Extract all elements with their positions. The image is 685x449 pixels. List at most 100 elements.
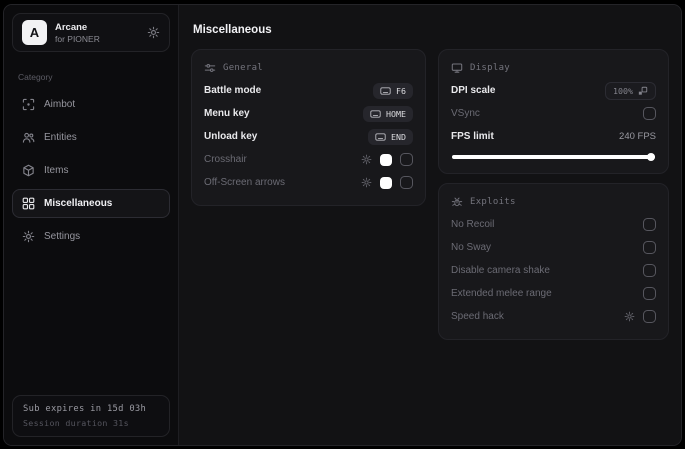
unload-key-label: Unload key [204,131,258,142]
disable-camera-shake-checkbox[interactable] [643,263,656,277]
vsync-label: VSync [451,108,480,119]
monitor-icon [451,62,463,74]
sidebar-item-label: Miscellaneous [44,198,113,209]
sidebar-item-items[interactable]: Items [12,156,170,185]
items-cube-icon [22,164,35,177]
exploits-card-title: Exploits [470,196,516,207]
sidebar-item-settings[interactable]: Settings [12,222,170,251]
miscellaneous-grid-icon [22,197,35,210]
gear-icon[interactable] [624,311,635,322]
offscreen-arrows-label: Off-Screen arrows [204,177,285,188]
dpi-scale-value: 100% [613,85,633,96]
dpi-scale-row: DPI scale 100% [451,79,656,102]
vsync-row: VSync [451,102,656,125]
sidebar-item-miscellaneous[interactable]: Miscellaneous [12,189,170,218]
resize-icon [638,86,648,96]
exploits-card-header: Exploits [451,196,656,208]
left-column: General Battle mode F6 Menu key HOME Unl… [191,49,426,206]
session-duration-text: Session duration 31s [23,418,129,428]
general-card-title: General [223,63,264,73]
battle-mode-label: Battle mode [204,85,262,96]
unload-key-row: Unload key END [204,125,413,148]
brand-text: Arcane for PIONER [55,22,100,44]
sidebar-item-label: Aimbot [44,99,76,110]
app-window: A Arcane for PIONER Category Aimbot Enti… [3,4,682,446]
offscreen-arrows-color-swatch[interactable] [380,176,392,189]
general-card: General Battle mode F6 Menu key HOME Unl… [191,49,426,206]
menu-key-keybind[interactable]: HOME [363,105,413,122]
gear-icon[interactable] [361,177,372,188]
category-label: Category [18,72,53,82]
disable-camera-shake-label: Disable camera shake [451,264,550,276]
fps-limit-label: FPS limit [451,131,494,142]
battle-mode-keybind[interactable]: F6 [373,82,413,99]
crosshair-checkbox[interactable] [400,153,413,166]
display-card-title: Display [470,63,511,73]
aimbot-crosshair-icon [22,98,35,111]
display-card: Display DPI scale 100% VSync FPS limit 2… [438,49,669,174]
sidebar-item-label: Items [44,165,69,176]
page-title: Miscellaneous [193,24,272,36]
dpi-scale-value-badge[interactable]: 100% [605,81,656,100]
general-card-header: General [204,62,413,74]
offscreen-arrows-controls [361,176,413,189]
gear-icon[interactable] [147,26,160,39]
crosshair-color-swatch[interactable] [380,153,392,166]
offscreen-arrows-checkbox[interactable] [400,176,413,189]
unload-key-key: END [391,131,406,142]
no-sway-row: No Sway [451,236,656,259]
menu-key-label: Menu key [204,108,250,119]
no-sway-checkbox[interactable] [643,240,656,254]
no-recoil-row: No Recoil [451,213,656,236]
fps-limit-value: 240 FPS [619,131,656,142]
sidebar-nav: Aimbot Entities Items Miscellaneous Sett… [4,88,178,253]
fps-limit-slider[interactable] [452,153,655,161]
fps-limit-slider-knob[interactable] [647,153,655,161]
bug-icon [451,196,463,208]
no-sway-label: No Sway [451,241,492,253]
crosshair-label: Crosshair [204,154,247,165]
sidebar: A Arcane for PIONER Category Aimbot Enti… [4,5,179,445]
app-name: Arcane [55,21,88,33]
content-columns: General Battle mode F6 Menu key HOME Unl… [191,49,669,340]
gear-icon [22,230,35,243]
crosshair-row: Crosshair [204,148,413,171]
sliders-icon [204,62,216,74]
speed-hack-checkbox[interactable] [643,309,656,323]
main-content: Miscellaneous General Battle mode F6 Men… [179,5,681,445]
app-subtitle: for PIONER [55,33,100,44]
battle-mode-key: F6 [396,85,406,96]
sidebar-item-aimbot[interactable]: Aimbot [12,90,170,119]
menu-key-key: HOME [386,108,406,119]
subscription-info-box: Sub expires in 15d 03h Session duration … [12,395,170,437]
exploits-card: Exploits No Recoil No Sway Disable camer… [438,182,669,340]
unload-key-keybind[interactable]: END [368,128,413,145]
app-logo: A [22,20,47,45]
disable-camera-shake-row: Disable camera shake [451,259,656,282]
extended-melee-range-row: Extended melee range [451,282,656,305]
dpi-scale-label: DPI scale [451,85,496,96]
extended-melee-range-label: Extended melee range [451,287,552,299]
sidebar-item-entities[interactable]: Entities [12,123,170,152]
sidebar-item-label: Entities [44,132,77,143]
speed-hack-controls [624,309,656,323]
right-column: Display DPI scale 100% VSync FPS limit 2… [438,49,669,340]
keyboard-icon [380,86,391,95]
offscreen-arrows-row: Off-Screen arrows [204,171,413,194]
no-recoil-checkbox[interactable] [643,217,656,231]
sub-expiry-text: Sub expires in 15d 03h [23,404,147,414]
no-recoil-label: No Recoil [451,218,495,230]
brand-card: A Arcane for PIONER [12,13,170,52]
sidebar-item-label: Settings [44,231,81,242]
display-card-header: Display [451,62,656,74]
entities-icon [22,131,35,144]
gear-icon[interactable] [361,154,372,165]
battle-mode-row: Battle mode F6 [204,79,413,102]
keyboard-icon [370,109,381,118]
vsync-checkbox[interactable] [643,107,656,120]
menu-key-row: Menu key HOME [204,102,413,125]
speed-hack-label: Speed hack [451,310,504,322]
crosshair-controls [361,153,413,166]
fps-limit-row: FPS limit 240 FPS [451,125,656,148]
extended-melee-range-checkbox[interactable] [643,286,656,300]
